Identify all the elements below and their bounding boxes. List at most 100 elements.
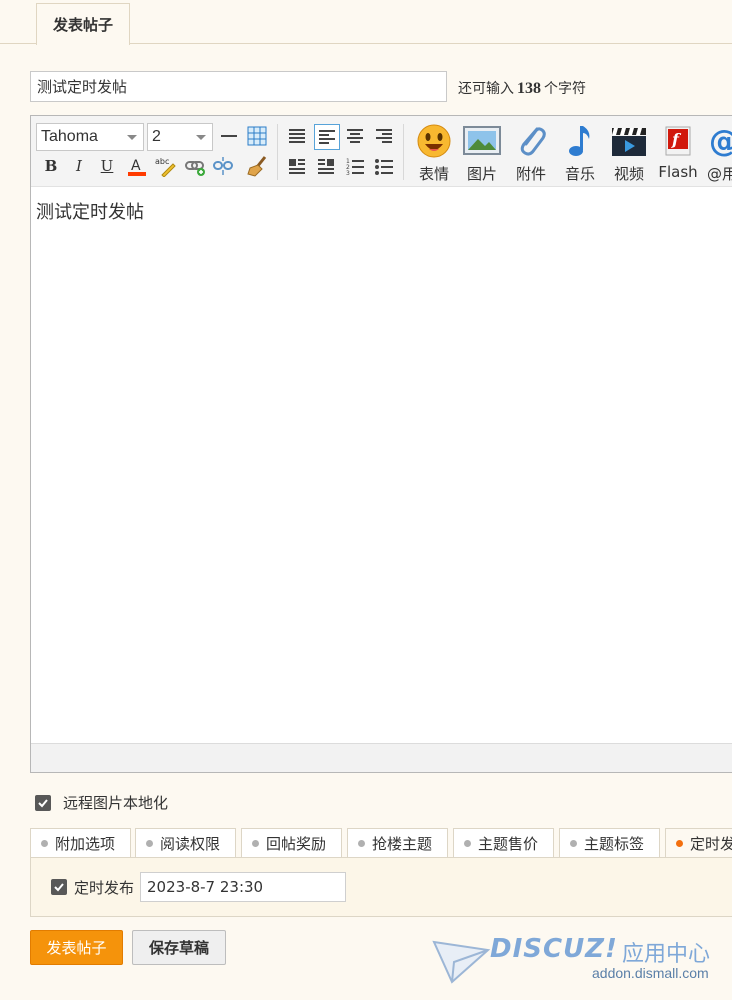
at-user-button[interactable]: @ @用户 [707,122,732,184]
char-remaining-count: 138 [517,80,541,97]
scheduled-publish-panel: 定时发布 [30,857,732,917]
tab-label: 阅读权限 [160,834,221,853]
table-button[interactable] [245,124,269,148]
video-icon [609,122,649,160]
toolbar-separator [403,124,404,180]
paperclip-icon [511,122,551,160]
video-button[interactable]: 视频 [606,122,652,184]
extra-options-tabs: 附加选项 阅读权限 回帖奖励 抢楼主题 主题售价 主题标签 定时发布 [30,828,732,858]
bullet-icon [570,839,577,847]
attachment-button[interactable]: 附件 [508,122,554,184]
bold-icon: B [44,157,58,175]
tab-thread-tags[interactable]: 主题标签 [559,828,660,858]
at-user-label: @用户 [707,165,732,183]
image-button[interactable]: 图片 [459,122,505,184]
tab-label: 抢楼主题 [372,834,433,853]
float-left-button[interactable] [285,154,309,178]
scheduled-publish-checkbox[interactable] [51,879,67,895]
float-left-icon [289,159,305,174]
scheduled-publish-label: 定时发布 [74,878,135,897]
table-icon [247,126,267,146]
unlink-icon [213,157,233,175]
bold-button[interactable]: B [39,154,63,178]
flash-icon: f [658,122,698,160]
toolbar-separator [277,124,278,180]
tab-post-thread[interactable]: 发表帖子 [36,3,130,45]
chevron-down-icon [127,135,137,140]
bullet-icon [676,839,683,847]
tab-scheduled-publish[interactable]: 定时发布 [665,828,732,858]
tab-label: 主题售价 [478,834,539,853]
clear-format-button[interactable] [245,154,269,178]
svg-text:@: @ [709,124,732,159]
remote-image-checkbox[interactable] [35,794,51,811]
checkmark-icon [38,798,48,807]
unordered-list-icon [375,159,393,175]
background-color-button[interactable]: abc [153,154,177,178]
align-right-icon [376,129,392,143]
attachment-label: 附件 [515,165,546,183]
align-right-button[interactable] [372,124,396,148]
font-family-value: Tahoma [41,128,98,145]
align-center-icon [347,129,363,143]
submit-post-button[interactable]: 发表帖子 [30,930,123,965]
unordered-list-button[interactable] [372,154,396,178]
editor-toolbar: Tahoma 2 B I U A abc 1 2 3 表情 图片 附件 音乐 视… [31,116,732,187]
svg-text:A: A [131,158,141,174]
font-family-select[interactable]: Tahoma [36,123,144,151]
tab-label: 主题标签 [584,834,645,853]
italic-icon: I [76,157,82,175]
bullet-icon [252,839,259,847]
char-hint-prefix: 还可输入 [458,81,514,97]
ordered-list-button[interactable]: 123 [343,154,367,178]
editor-content-area[interactable]: 测试定时发帖 [31,188,732,744]
tab-reply-reward[interactable]: 回帖奖励 [241,828,342,858]
flash-label: Flash [658,163,698,181]
broom-icon [247,156,267,177]
at-icon: @ [707,122,732,160]
tab-read-permission[interactable]: 阅读权限 [135,828,236,858]
float-right-icon [318,159,334,174]
bullet-icon [358,839,365,847]
watermark-url: addon.dismall.com [592,965,709,981]
subject-input[interactable] [30,71,447,102]
scheduled-publish-row: 定时发布 [51,872,347,902]
emoticon-label: 表情 [418,165,449,183]
video-label: 视频 [613,165,644,183]
flash-button[interactable]: f Flash [655,122,701,184]
bullet-icon [464,839,471,847]
tab-extra-options[interactable]: 附加选项 [30,828,131,858]
font-size-select[interactable]: 2 [147,123,213,151]
watermark: DISCUZ! 应用中心 addon.dismall.com [432,932,732,992]
float-right-button[interactable] [314,154,338,178]
scheduled-time-input[interactable] [140,872,347,902]
text-color-button[interactable]: A [125,154,149,178]
italic-button[interactable]: I [67,154,91,178]
bullet-icon [146,839,153,847]
tab-label: 回帖奖励 [266,834,327,853]
emoticon-button[interactable]: 表情 [411,122,457,184]
align-left-button[interactable] [314,124,340,150]
align-justify-button[interactable] [285,124,309,148]
char-count-hint: 还可输入 138 个字符 [458,78,586,98]
insert-link-button[interactable] [183,154,207,178]
music-button[interactable]: 音乐 [557,122,603,184]
checkmark-icon [54,883,64,892]
text-color-icon: A [128,158,146,176]
editor-status-bar [31,743,732,772]
save-draft-button[interactable]: 保存草稿 [132,930,226,965]
music-label: 音乐 [564,165,595,183]
tab-thread-price[interactable]: 主题售价 [453,828,554,858]
chevron-down-icon [196,135,206,140]
highlighter-icon: abc [155,157,176,177]
remote-image-label: 远程图片本地化 [63,794,169,812]
image-icon [462,122,502,160]
paper-plane-icon [432,940,491,984]
bullet-icon [41,839,48,847]
unlink-button[interactable] [211,154,235,178]
image-label: 图片 [466,165,497,183]
underline-button[interactable]: U [95,154,119,178]
align-center-button[interactable] [343,124,367,148]
tab-floor-grab[interactable]: 抢楼主题 [347,828,448,858]
horizontal-rule-button[interactable] [217,124,241,148]
